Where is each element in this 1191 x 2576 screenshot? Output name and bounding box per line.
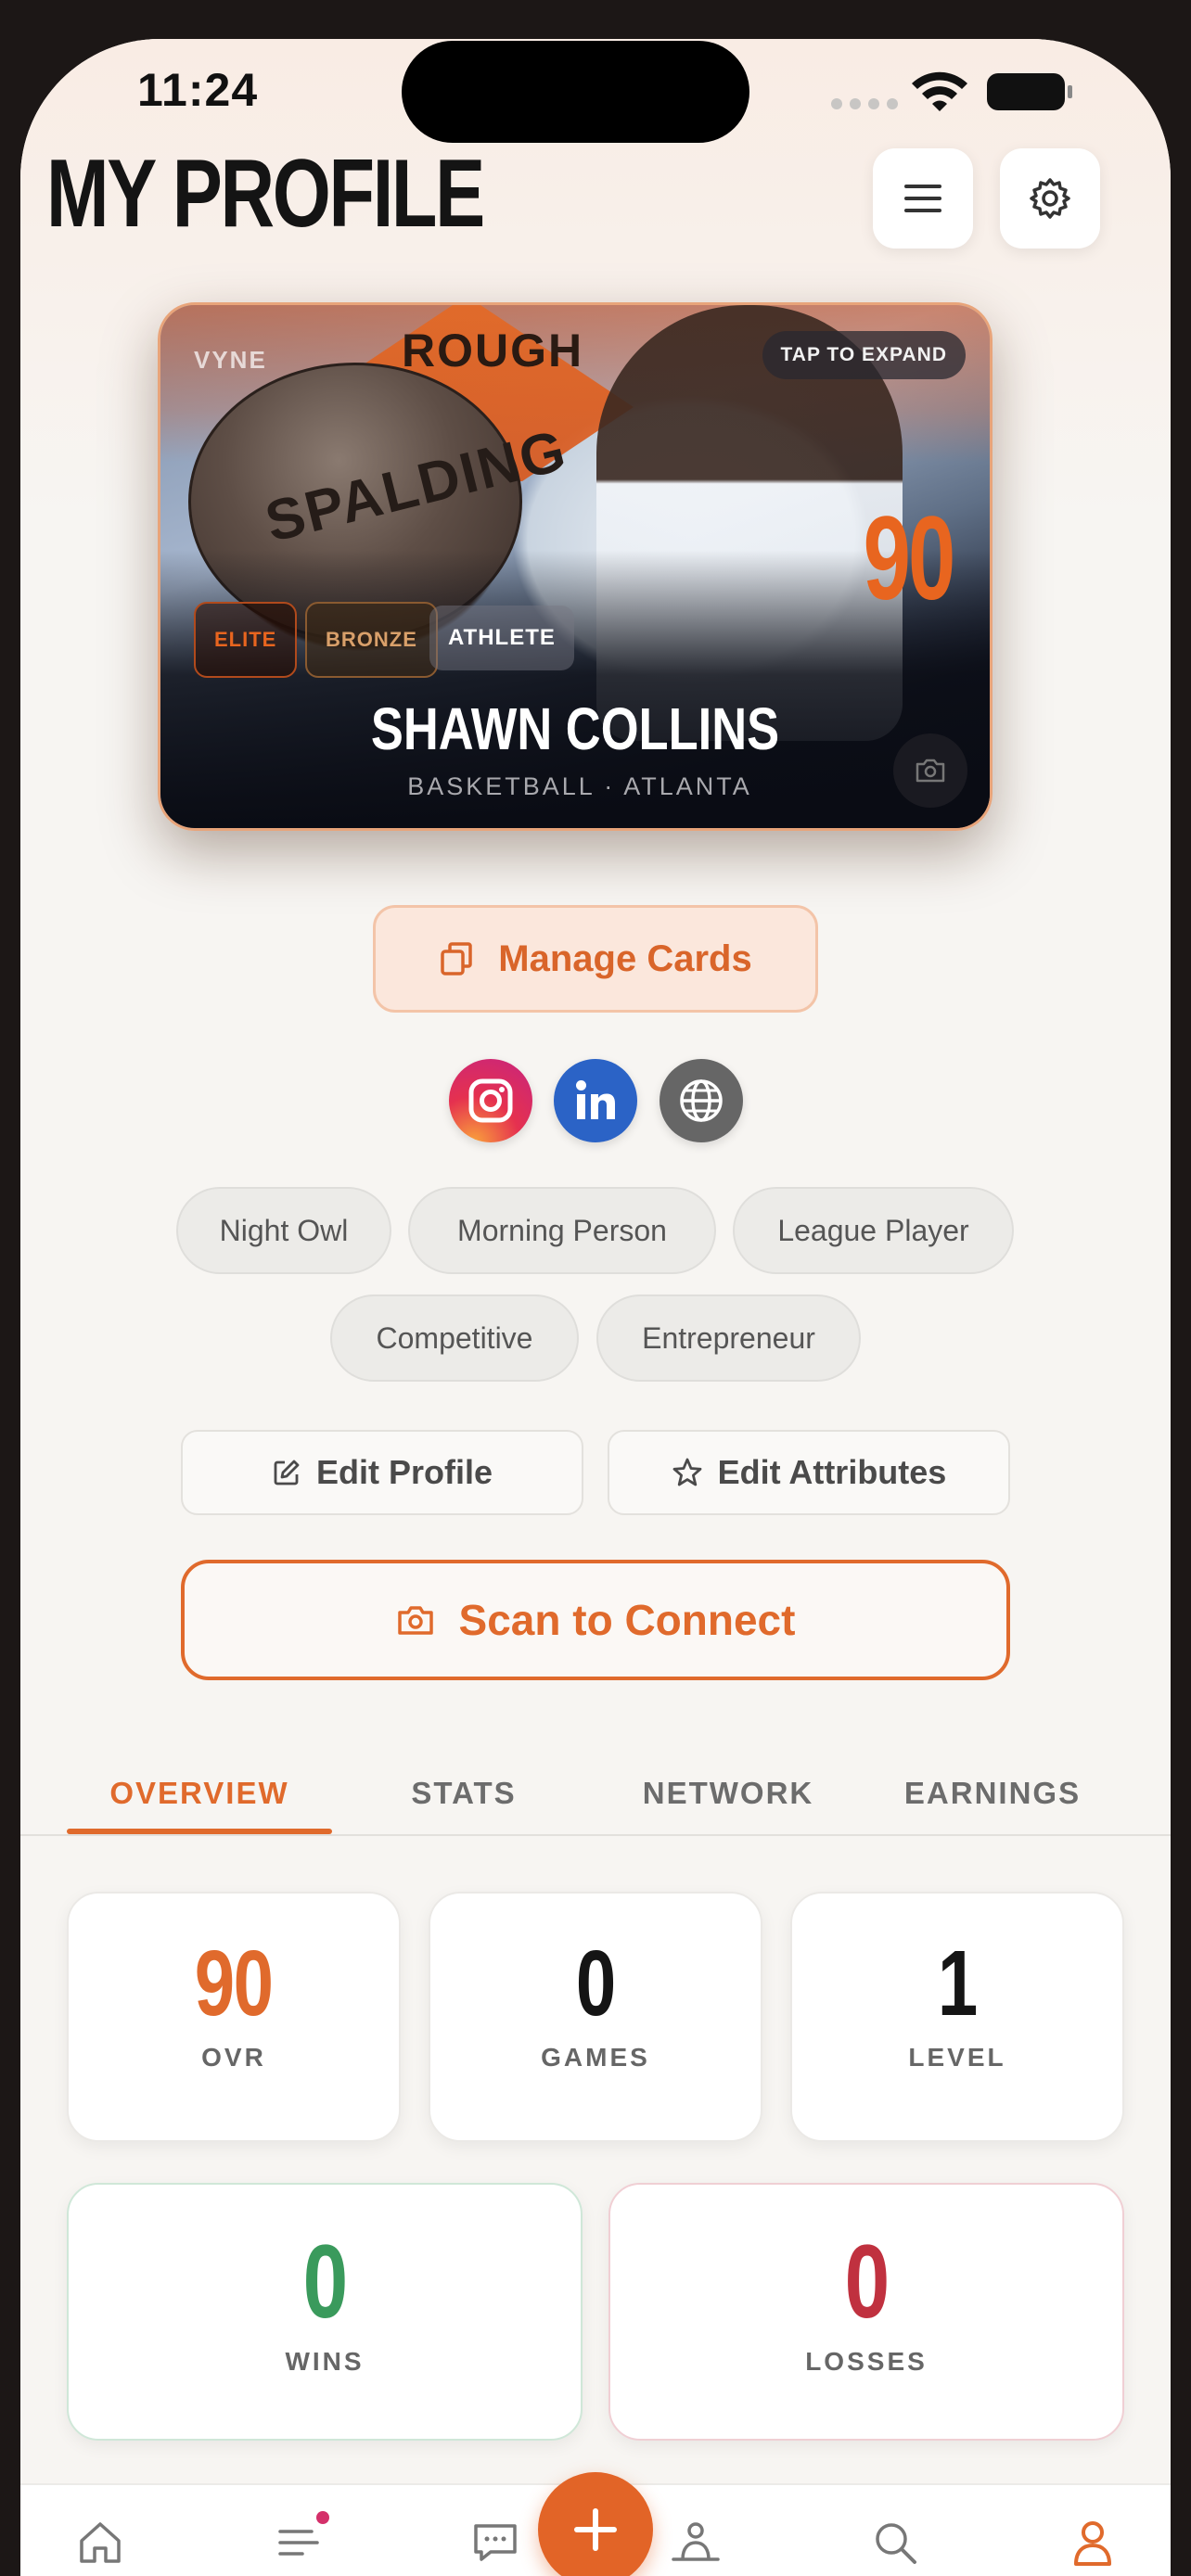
- tag-chip[interactable]: Night Owl: [176, 1187, 391, 1274]
- instagram-link[interactable]: [449, 1059, 532, 1142]
- nav-search[interactable]: [867, 2515, 923, 2570]
- stat-card-ovr: 90 OVR: [67, 1892, 401, 2142]
- card-brand: VYNE: [194, 346, 267, 374]
- gear-icon: [1030, 178, 1070, 219]
- stat-label: WINS: [285, 2347, 365, 2376]
- instagram-icon: [468, 1078, 513, 1123]
- badge-elite: ELITE: [194, 602, 298, 678]
- stat-label: LOSSES: [805, 2347, 928, 2376]
- cards-icon: [441, 942, 473, 976]
- scan-to-connect-button[interactable]: Scan to Connect: [181, 1560, 1010, 1680]
- nav-add-button[interactable]: [538, 2472, 653, 2576]
- tag-chip[interactable]: Competitive: [330, 1294, 579, 1382]
- stat-card-level: 1 LEVEL: [790, 1892, 1124, 2142]
- linkedin-icon: [576, 1080, 615, 1119]
- network-icon: [672, 2522, 720, 2561]
- menu-button[interactable]: [873, 148, 973, 249]
- stat-value: 0: [302, 2224, 348, 2340]
- manage-cards-label: Manage Cards: [498, 937, 752, 979]
- stat-card-losses: 0 LOSSES: [608, 2183, 1124, 2441]
- page-title: MY PROFILE: [46, 140, 485, 248]
- card-subtitle: BASKETBALL · ATLANTA: [407, 772, 752, 800]
- scan-to-connect-label: Scan to Connect: [458, 1596, 796, 1644]
- edit-profile-button[interactable]: Edit Profile: [181, 1430, 583, 1515]
- edit-attributes-label: Edit Attributes: [717, 1453, 947, 1491]
- stat-label: GAMES: [541, 2043, 650, 2072]
- linkedin-link[interactable]: [554, 1059, 637, 1142]
- tap-to-expand-badge[interactable]: TAP TO EXPAND: [762, 331, 966, 379]
- nav-feed[interactable]: [271, 2515, 327, 2570]
- wifi-icon: [912, 71, 967, 111]
- dynamic-island: [402, 41, 749, 143]
- feed-icon: [278, 2530, 319, 2556]
- stat-card-games: 0 GAMES: [429, 1892, 762, 2142]
- stat-value: 90: [195, 1932, 274, 2035]
- menu-icon: [904, 185, 941, 212]
- nav-home[interactable]: [72, 2515, 128, 2570]
- add-icon: [574, 2508, 617, 2551]
- messages-icon: [474, 2524, 517, 2561]
- stat-card-wins: 0 WINS: [67, 2183, 583, 2441]
- search-icon: [876, 2523, 916, 2564]
- athlete-card[interactable]: ROUGH SPALDING VYNE TAP TO EXPAND 90 ELI…: [158, 302, 992, 831]
- manage-cards-button[interactable]: Manage Cards: [373, 905, 818, 1013]
- stat-value: 1: [938, 1932, 978, 2035]
- star-icon: [672, 1458, 702, 1486]
- tab-earnings[interactable]: EARNINGS: [860, 1753, 1125, 1834]
- globe-icon: [680, 1079, 723, 1122]
- nav-network[interactable]: [668, 2515, 724, 2570]
- stat-label: LEVEL: [908, 2043, 1006, 2072]
- settings-button[interactable]: [1000, 148, 1100, 249]
- nav-messages[interactable]: [467, 2515, 523, 2570]
- tab-stats[interactable]: STATS: [331, 1753, 596, 1834]
- nav-profile[interactable]: [1065, 2515, 1121, 2570]
- stat-value: 0: [576, 1932, 616, 2035]
- edit-attributes-button[interactable]: Edit Attributes: [608, 1430, 1010, 1515]
- photo-sign-text: ROUGH: [402, 325, 584, 376]
- card-overall-rating: 90: [863, 492, 955, 625]
- active-tab-indicator: [67, 1829, 332, 1834]
- home-icon: [80, 2522, 121, 2563]
- tab-overview[interactable]: OVERVIEW: [67, 1753, 332, 1834]
- cellular-signal-icon: [831, 98, 898, 109]
- badge-bronze: BRONZE: [305, 602, 438, 678]
- camera-icon: [916, 759, 945, 783]
- stat-label: OVR: [201, 2043, 266, 2072]
- edit-profile-label: Edit Profile: [315, 1453, 493, 1491]
- tag-chip[interactable]: Morning Person: [408, 1187, 716, 1274]
- camera-icon: [397, 1606, 433, 1635]
- card-camera-button[interactable]: [893, 733, 967, 808]
- stat-value: 0: [844, 2224, 890, 2340]
- profile-icon: [1074, 2521, 1111, 2566]
- profile-tabs: OVERVIEW STATS NETWORK EARNINGS: [20, 1753, 1171, 1836]
- tag-chip[interactable]: Entrepreneur: [596, 1294, 861, 1382]
- edit-icon: [274, 1460, 300, 1486]
- tag-chip[interactable]: League Player: [733, 1187, 1014, 1274]
- status-time: 11:24: [137, 64, 259, 116]
- badge-athlete: ATHLETE: [429, 606, 574, 670]
- battery-icon: [987, 73, 1072, 110]
- website-link[interactable]: [660, 1059, 743, 1142]
- tab-network[interactable]: NETWORK: [596, 1753, 861, 1834]
- card-player-name: SHAWN COLLINS: [370, 695, 780, 762]
- notification-dot: [316, 2511, 329, 2524]
